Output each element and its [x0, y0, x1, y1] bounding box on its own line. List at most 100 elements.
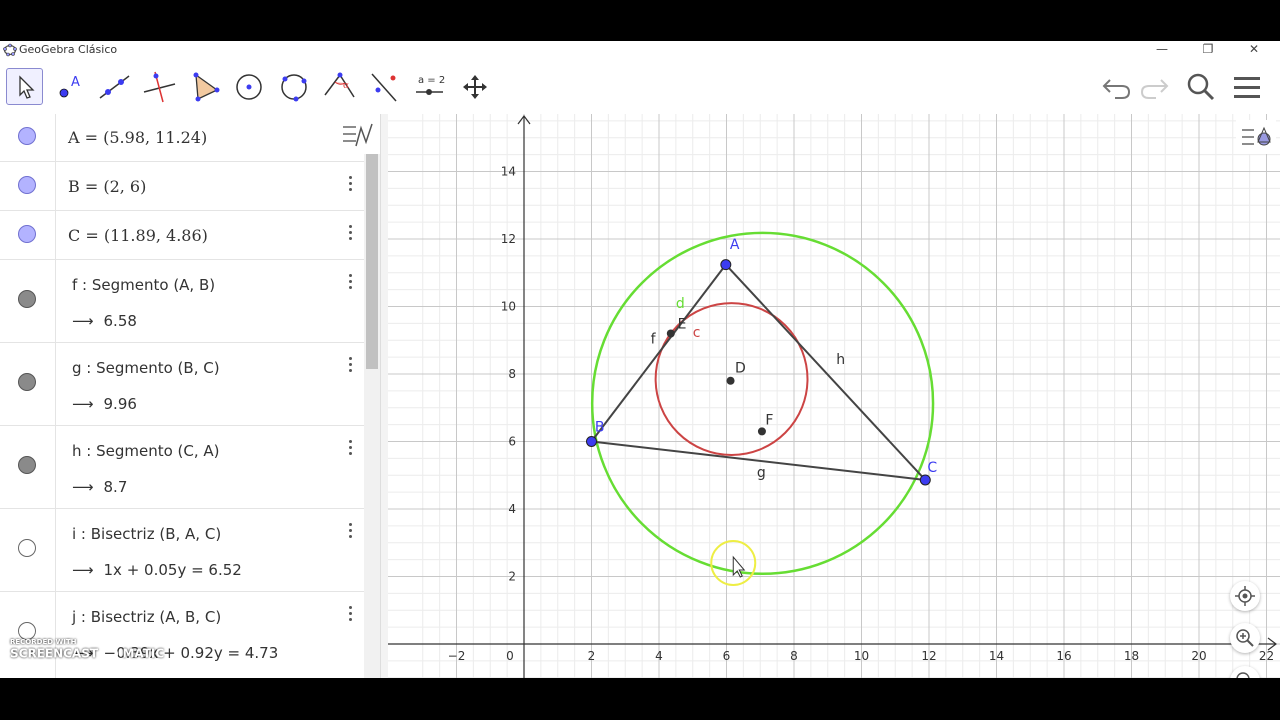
- menu-button[interactable]: [1229, 68, 1266, 105]
- algebra-row-C[interactable]: C = (11.89, 4.86): [0, 211, 364, 260]
- algebra-row-g[interactable]: g : Segmento (B, C) ⟶ 9.96: [0, 343, 364, 426]
- value-text: 1x + 0.05y = 6.52: [103, 561, 242, 579]
- visibility-toggle[interactable]: [18, 290, 36, 308]
- x-tick-label: 14: [989, 649, 1004, 663]
- angle-tool[interactable]: α: [321, 68, 358, 105]
- visibility-toggle[interactable]: [18, 456, 36, 474]
- x-tick-label: 10: [854, 649, 869, 663]
- x-tick-label: −2: [448, 649, 466, 663]
- more-options-icon[interactable]: [346, 357, 354, 375]
- graphics-style-icon: [1242, 126, 1271, 146]
- graphics-canvas[interactable]: −20246810121416182022 1412108642−2 A B C…: [388, 114, 1280, 678]
- algebra-value: ⟶ 9.96: [72, 395, 137, 413]
- more-options-icon[interactable]: [346, 440, 354, 458]
- point-D[interactable]: [726, 376, 735, 385]
- x-tick-label: 20: [1191, 649, 1206, 663]
- perpendicular-line-icon: [143, 71, 176, 103]
- y-tick-label: 4: [508, 502, 516, 516]
- perpendicular-tool[interactable]: [141, 68, 178, 105]
- algebra-definition[interactable]: j : Bisectriz (A, B, C): [72, 608, 221, 626]
- algebra-value: ⟶ 1x + 0.05y = 6.52: [72, 561, 242, 579]
- algebra-row-j[interactable]: j : Bisectriz (A, B, C) ⟶ −0.39x + 0.92y …: [0, 592, 364, 678]
- algebra-definition[interactable]: i : Bisectriz (B, A, C): [72, 525, 221, 543]
- redo-icon: [1140, 79, 1169, 99]
- y-tick-label: 12: [501, 232, 516, 246]
- algebra-row-f[interactable]: f : Segmento (A, B) ⟶ 6.58: [0, 260, 364, 343]
- line-tool[interactable]: [96, 68, 133, 105]
- graphics-style-bar-button[interactable]: [1236, 120, 1276, 154]
- algebra-row-A[interactable]: A = (5.98, 11.24): [0, 114, 364, 162]
- more-options-icon[interactable]: [346, 523, 354, 541]
- graphics-view[interactable]: −20246810121416182022 1412108642−2 A B C…: [388, 114, 1280, 678]
- visibility-toggle[interactable]: [18, 225, 36, 243]
- redo-button[interactable]: [1136, 68, 1173, 105]
- more-options-icon[interactable]: [346, 274, 354, 292]
- watermark-logo-icon: [102, 646, 119, 662]
- undo-icon: [1102, 79, 1131, 99]
- visibility-toggle[interactable]: [18, 127, 36, 145]
- visibility-toggle[interactable]: [18, 373, 36, 391]
- algebra-value: ⟶ 6.58: [72, 312, 137, 330]
- value-arrow-icon: ⟶: [72, 478, 94, 496]
- close-button[interactable]: ✕: [1231, 41, 1277, 60]
- more-options-icon[interactable]: [346, 225, 354, 243]
- algebra-definition[interactable]: f : Segmento (A, B): [72, 276, 215, 294]
- label-C: C: [927, 460, 937, 476]
- visibility-toggle[interactable]: [18, 176, 36, 194]
- more-options-icon[interactable]: [346, 176, 354, 194]
- algebra-view: A = (5.98, 11.24) B = (2, 6) C = (11.89,…: [0, 114, 380, 678]
- window-title: GeoGebra Clásico: [19, 43, 118, 56]
- search-button[interactable]: [1182, 68, 1219, 105]
- restore-button[interactable]: ❐: [1185, 41, 1231, 60]
- algebra-value: ⟶ 8.7: [72, 478, 127, 496]
- point-E[interactable]: [666, 329, 675, 338]
- y-tick-label: 6: [508, 435, 516, 449]
- angle-icon: α: [324, 72, 355, 98]
- zoom-in-button[interactable]: [1230, 623, 1260, 653]
- point-C[interactable]: [919, 474, 931, 486]
- x-tick-label: 2: [588, 649, 596, 663]
- algebra-expression[interactable]: B = (2, 6): [68, 177, 146, 196]
- x-tick-label: 22: [1259, 649, 1274, 663]
- home-view-button[interactable]: [1230, 581, 1260, 611]
- slider-tool[interactable]: a = 2: [411, 68, 448, 105]
- more-options-icon[interactable]: [346, 606, 354, 624]
- algebra-scrollbar[interactable]: [364, 154, 380, 678]
- view-divider[interactable]: [380, 114, 388, 678]
- circumcircle[interactable]: [590, 231, 935, 576]
- circle-three-points-tool[interactable]: [276, 68, 313, 105]
- polygon-tool[interactable]: [186, 68, 223, 105]
- value-arrow-icon: ⟶: [72, 395, 94, 413]
- visibility-toggle[interactable]: [18, 539, 36, 557]
- point-A[interactable]: [720, 259, 732, 271]
- algebra-definition[interactable]: g : Segmento (B, C): [72, 359, 220, 377]
- algebra-expression[interactable]: C = (11.89, 4.86): [68, 226, 208, 245]
- algebra-row-h[interactable]: h : Segmento (C, A) ⟶ 8.7: [0, 426, 364, 509]
- value-arrow-icon: ⟶: [72, 561, 94, 579]
- zoom-out-button[interactable]: [1230, 666, 1260, 678]
- algebra-style-icon: [343, 123, 373, 147]
- circle-tool[interactable]: [231, 68, 268, 105]
- reflect-tool[interactable]: [366, 68, 403, 105]
- toolbar: A α a = 2: [0, 60, 1280, 114]
- algebra-style-bar-button[interactable]: [336, 118, 376, 154]
- label-B: B: [595, 419, 605, 435]
- watermark-line1: RECORDED WITH: [10, 638, 77, 646]
- y-tick-label: 2: [508, 570, 516, 584]
- algebra-definition[interactable]: h : Segmento (C, A): [72, 442, 220, 460]
- move-tool[interactable]: [6, 68, 43, 105]
- algebra-row-B[interactable]: B = (2, 6): [0, 162, 364, 211]
- algebra-row-i[interactable]: i : Bisectriz (B, A, C) ⟶ 1x + 0.05y = 6.…: [0, 509, 364, 592]
- move-view-tool[interactable]: [456, 68, 493, 105]
- point-B[interactable]: [586, 436, 597, 447]
- point-icon: A: [59, 75, 80, 98]
- algebra-expression[interactable]: A = (5.98, 11.24): [68, 128, 207, 147]
- watermark-line2: SCREENCAST: [10, 646, 99, 661]
- scrollbar-thumb[interactable]: [366, 154, 378, 369]
- minimize-button[interactable]: —: [1139, 41, 1185, 60]
- label-f: f: [651, 332, 657, 348]
- arrow-cursor-icon: [19, 75, 35, 99]
- svg-text:α: α: [343, 81, 349, 91]
- point-tool[interactable]: A: [51, 68, 88, 105]
- undo-button[interactable]: [1098, 68, 1135, 105]
